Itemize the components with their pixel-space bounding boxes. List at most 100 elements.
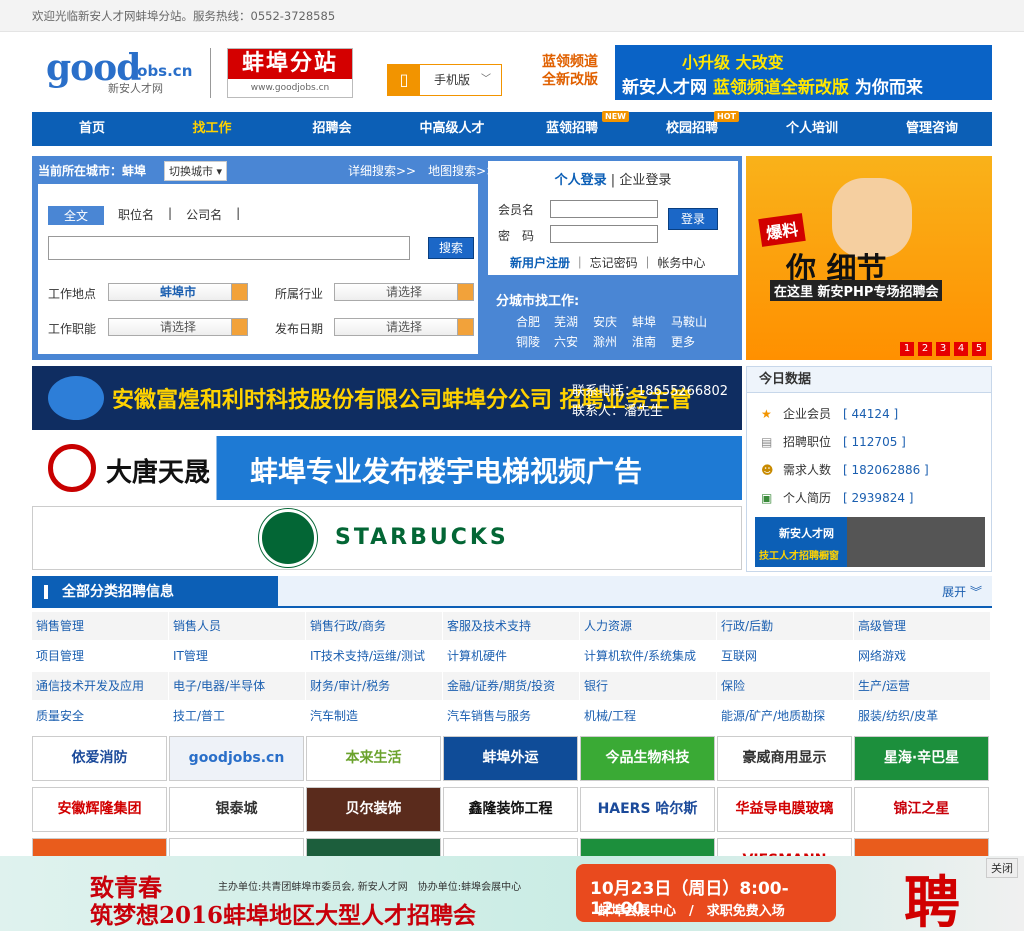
nav-training[interactable]: 个人培训 <box>752 112 872 146</box>
nav-consulting[interactable]: 管理咨询 <box>872 112 992 146</box>
category-link[interactable]: 服装/纺织/皮革 <box>854 702 991 730</box>
category-link[interactable]: 项目管理 <box>32 642 169 670</box>
city-link[interactable]: 安庆 <box>593 313 617 330</box>
nav-bluecollar[interactable]: 蓝领招聘 NEW <box>512 111 632 146</box>
city-link[interactable]: 合肥 <box>516 313 540 330</box>
pager-dot[interactable]: 3 <box>936 342 950 356</box>
category-link[interactable]: IT管理 <box>169 642 306 670</box>
company-logo[interactable]: HAERS 哈尔斯 <box>580 787 715 832</box>
expand-button[interactable]: 展开 ︾ <box>942 576 982 608</box>
switch-city-button[interactable]: 切换城市 ▾ <box>164 161 228 181</box>
category-link[interactable]: 银行 <box>580 672 717 700</box>
category-grid: 销售管理 销售人员 销售行政/商务 客服及技术支持 人力资源 行政/后勤 高级管… <box>32 612 992 732</box>
company-logo[interactable]: goodjobs.cn <box>169 736 304 781</box>
category-link[interactable]: 行政/后勤 <box>717 612 854 640</box>
jobfair-floating-banner[interactable]: 致青春 筑梦想2016蚌埠地区大型人才招聘会 主办单位:共青团蚌埠市委员会, 新… <box>0 856 1024 931</box>
tab-company-name[interactable]: 公司名 <box>186 206 222 225</box>
company-logo[interactable]: 蚌埠外运 <box>443 736 578 781</box>
category-link[interactable]: 客服及技术支持 <box>443 612 580 640</box>
nav-job-fair[interactable]: 招聘会 <box>272 112 392 146</box>
nav-senior-talent[interactable]: 中高级人才 <box>392 112 512 146</box>
date-select[interactable]: 请选择 <box>334 318 474 336</box>
category-link[interactable]: 销售管理 <box>32 612 169 640</box>
category-link[interactable]: IT技术支持/运维/测试 <box>306 642 443 670</box>
company-logo[interactable]: 今品生物科技 <box>580 736 715 781</box>
company-logo[interactable]: 贝尔装饰 <box>306 787 441 832</box>
city-link[interactable]: 淮南 <box>632 333 656 350</box>
category-link[interactable]: 财务/审计/税务 <box>306 672 443 700</box>
company-logo[interactable]: 锦江之星 <box>854 787 989 832</box>
pager-dot[interactable]: 5 <box>972 342 986 356</box>
category-link[interactable]: 质量安全 <box>32 702 169 730</box>
category-link[interactable]: 电子/电器/半导体 <box>169 672 306 700</box>
company-logo[interactable]: 安徽辉隆集团 <box>32 787 167 832</box>
tab-fulltext[interactable]: 全文 <box>48 206 105 225</box>
pager-dot[interactable]: 2 <box>918 342 932 356</box>
account-center-link[interactable]: 帐务中心 <box>657 256 705 270</box>
city-link[interactable]: 马鞍山 <box>671 313 707 330</box>
login-button[interactable]: 登录 <box>668 208 718 230</box>
function-select[interactable]: 请选择 <box>108 318 248 336</box>
ad-starbucks[interactable]: STARBUCKS <box>32 506 742 570</box>
company-login-tab[interactable]: 企业登录 <box>619 173 671 188</box>
category-link[interactable]: 金融/证券/期货/投资 <box>443 672 580 700</box>
category-link[interactable]: 计算机软件/系统集成 <box>580 642 717 670</box>
nav-find-job[interactable]: 找工作 <box>152 112 272 146</box>
bluecollar-banner[interactable]: 蓝领频道 全新改版 小升级 大改变 新安人才网 蓝领频道全新改版 为你而来 <box>532 45 992 100</box>
category-link[interactable]: 互联网 <box>717 642 854 670</box>
forgot-password-link[interactable]: 忘记密码 <box>590 256 638 270</box>
company-logo[interactable]: 星海·辛巴星 <box>854 736 989 781</box>
category-link[interactable]: 汽车制造 <box>306 702 443 730</box>
today-stats: 今日数据 ★ 企业会员 [ 44124 ] ▤ 招聘职位 [ 112705 ] ☻ 需… <box>746 366 992 572</box>
mobile-version-button[interactable]: ▯ 手机版 ﹀ <box>387 64 502 96</box>
category-link[interactable]: 通信技术开发及应用 <box>32 672 169 700</box>
company-logo[interactable]: 华益导电膜玻璃 <box>717 787 852 832</box>
category-link[interactable]: 能源/矿产/地质勘探 <box>717 702 854 730</box>
promo-carousel[interactable]: 爆料 你 细节 在这里 新安PHP专场招聘会 1 2 3 4 5 <box>746 156 992 360</box>
city-link[interactable]: 铜陵 <box>516 333 540 350</box>
ad-datang[interactable]: 大唐天晟 蚌埠专业发布楼宇电梯视频广告 <box>32 436 742 500</box>
pager-dot[interactable]: 1 <box>900 342 914 356</box>
bottom-line-2: 筑梦想2016蚌埠地区大型人才招聘会 <box>90 902 477 929</box>
tab-job-name[interactable]: 职位名 <box>118 206 154 225</box>
industry-select[interactable]: 请选择 <box>334 283 474 301</box>
pager-dot[interactable]: 4 <box>954 342 968 356</box>
company-logo[interactable]: 本来生活 <box>306 736 441 781</box>
category-link[interactable]: 机械/工程 <box>580 702 717 730</box>
company-logo[interactable]: 依爱消防 <box>32 736 167 781</box>
category-link[interactable]: 高级管理 <box>854 612 991 640</box>
detail-search-link[interactable]: 详细搜索>> <box>348 164 416 178</box>
category-link[interactable]: 技工/普工 <box>169 702 306 730</box>
personal-login-tab[interactable]: 个人登录 <box>555 173 607 188</box>
category-link[interactable]: 人力资源 <box>580 612 717 640</box>
register-link[interactable]: 新用户注册 <box>510 256 570 270</box>
category-link[interactable]: 网络游戏 <box>854 642 991 670</box>
location-select[interactable]: 蚌埠市 <box>108 283 248 301</box>
city-link[interactable]: 芜湖 <box>554 313 578 330</box>
city-link[interactable]: 更多 <box>671 333 695 350</box>
category-link[interactable]: 汽车销售与服务 <box>443 702 580 730</box>
keyword-input[interactable] <box>48 236 410 260</box>
branch-title: 蚌埠分站 <box>228 49 352 79</box>
logo-row: 依爱消防 goodjobs.cn 本来生活 蚌埠外运 今品生物科技 豪威商用显示 星海·辛巴… <box>32 736 992 781</box>
company-logo[interactable]: 银泰城 <box>169 787 304 832</box>
nav-campus[interactable]: 校园招聘 HOT <box>632 111 752 146</box>
search-button[interactable]: 搜索 <box>428 237 474 259</box>
city-link[interactable]: 蚌埠 <box>632 313 656 330</box>
city-link[interactable]: 滁州 <box>593 333 617 350</box>
member-input[interactable] <box>550 200 658 218</box>
password-input[interactable] <box>550 225 658 243</box>
company-logo[interactable]: 豪威商用显示 <box>717 736 852 781</box>
skilled-talent-banner[interactable]: 新安人才网 技工人才招聘橱窗 <box>755 517 985 567</box>
category-link[interactable]: 计算机硬件 <box>443 642 580 670</box>
nav-home[interactable]: 首页 <box>32 112 152 146</box>
category-link[interactable]: 保险 <box>717 672 854 700</box>
close-banner-button[interactable]: 关闭 <box>986 858 1018 878</box>
category-link[interactable]: 销售人员 <box>169 612 306 640</box>
map-search-link[interactable]: 地图搜索>> <box>428 164 496 178</box>
category-link[interactable]: 销售行政/商务 <box>306 612 443 640</box>
category-link[interactable]: 生产/运营 <box>854 672 991 700</box>
company-logo[interactable]: 鑫隆装饰工程 <box>443 787 578 832</box>
city-link[interactable]: 六安 <box>554 333 578 350</box>
ad-fuhuang[interactable]: 安徽富煌和利时科技股份有限公司蚌埠分公司 招聘业务主管 联系电话：1865526… <box>32 366 742 430</box>
